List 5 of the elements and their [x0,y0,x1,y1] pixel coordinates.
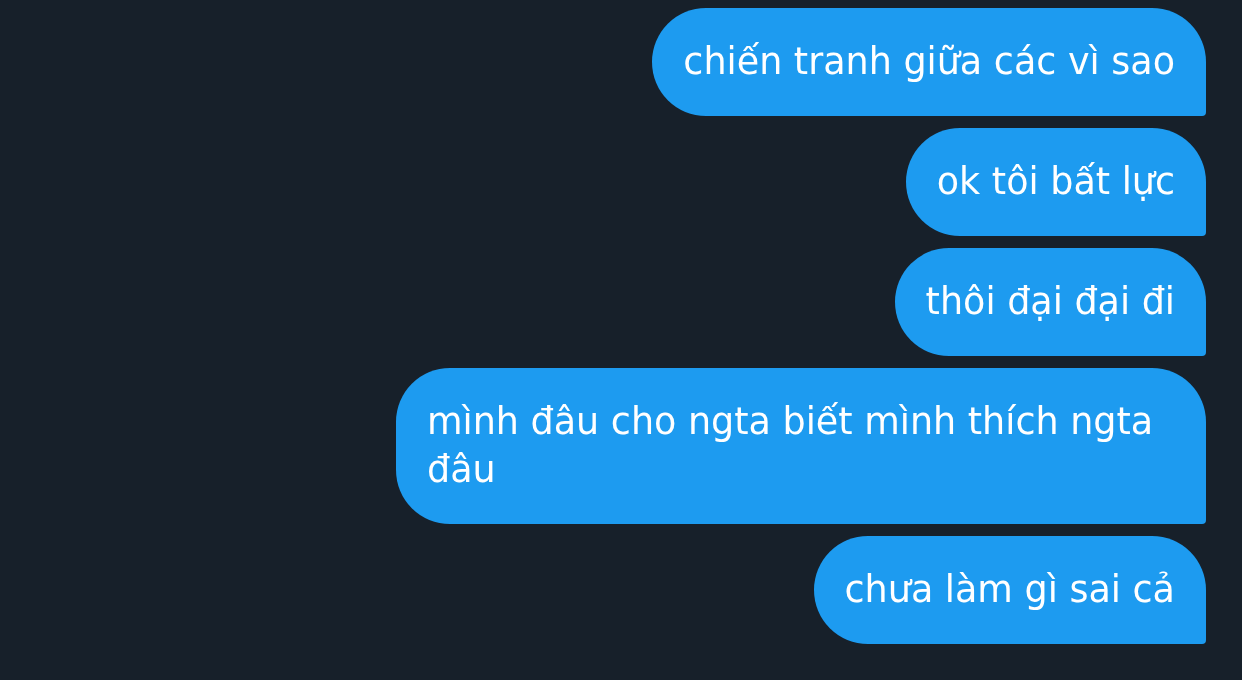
message-bubble: mình đâu cho ngta biết mình thích ngta đâu [396,368,1206,524]
message-bubble: ok tôi bất lực [905,128,1206,236]
message-bubble: chưa làm gì sai cả [813,536,1206,644]
message-bubble: thôi đại đại đi [894,248,1206,356]
message-bubble: chiến tranh giữa các vì sao [652,8,1206,116]
